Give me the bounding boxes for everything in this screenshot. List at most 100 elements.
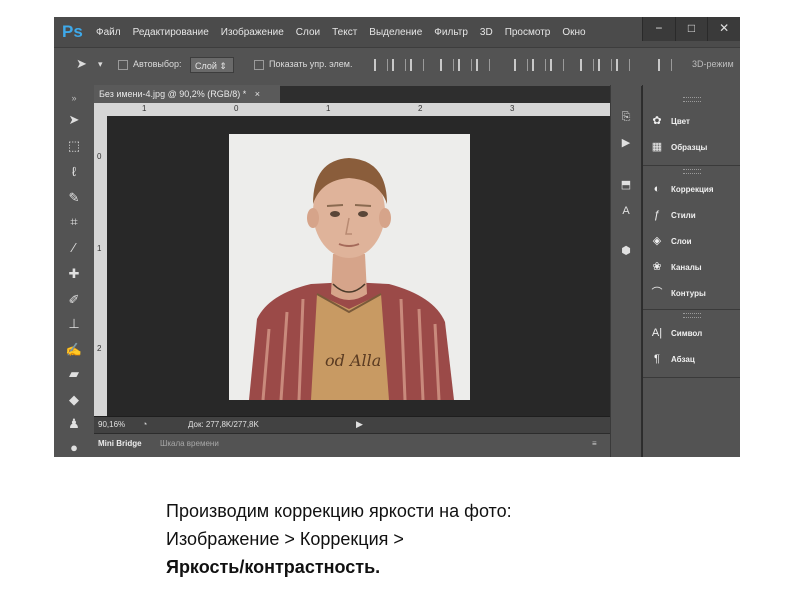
caption-line-2: Изображение > Коррекция > <box>166 529 404 549</box>
move-tool-icon[interactable]: ➤ <box>76 56 87 72</box>
move-tool-icon[interactable]: ➤ <box>65 111 83 129</box>
shirt-print-text: od Alla <box>325 351 381 370</box>
dodge-tool-icon[interactable]: ● <box>65 439 83 457</box>
eyedropper-tool-icon[interactable]: ⁄ <box>65 239 83 257</box>
panel-channels[interactable]: ❀ Каналы <box>649 257 702 277</box>
distribute-vcenter-icon[interactable] <box>532 59 546 71</box>
panel-paragraph[interactable]: ¶ Абзац <box>649 349 695 369</box>
show-transform-option[interactable]: Показать упр. элем. <box>254 59 352 70</box>
history-panel-icon[interactable]: ⎘ <box>618 109 634 125</box>
align-right-icon[interactable] <box>476 59 490 71</box>
menu-bar: Ps Файл Редактирование Изображение Слои … <box>54 17 740 47</box>
menu-filter[interactable]: Фильтр <box>434 27 468 38</box>
panel-character[interactable]: A| Символ <box>649 323 702 343</box>
minimize-button[interactable]: − <box>642 17 675 41</box>
document-tab[interactable]: Без имени-4.jpg @ 90,2% (RGB/8) * × <box>94 85 280 103</box>
align-bottom-icon[interactable] <box>410 59 424 71</box>
panel-group-grip[interactable] <box>683 97 701 102</box>
paint-bucket-tool-icon[interactable]: ◆ <box>65 391 83 409</box>
options-bar: ➤ ▾ Автовыбор: Слой ⇕ Показать упр. элем… <box>54 47 740 86</box>
panel-paths[interactable]: ⌒ Контуры <box>649 283 706 303</box>
panel-group-divider <box>643 377 740 378</box>
collapsed-panel-dock: ⎘ ▶ ⬒ A ⬢ <box>610 85 641 457</box>
3d-object-icon[interactable]: ⬢ <box>618 243 634 259</box>
portrait-photo: od Alla <box>229 134 470 400</box>
zoom-level[interactable]: 90,16% <box>98 420 125 429</box>
caption-line-3: Яркость/контрастность. <box>166 557 381 577</box>
panel-adjustments-label: Коррекция <box>671 184 714 194</box>
maximize-button[interactable]: □ <box>674 17 708 41</box>
tab-timeline[interactable]: Шкала времени <box>160 439 219 448</box>
menu-view[interactable]: Просмотр <box>505 27 551 38</box>
quick-select-tool-icon[interactable]: ✎ <box>65 189 83 207</box>
brush-tool-icon[interactable]: ✐ <box>65 291 83 309</box>
properties-panel-icon[interactable]: A <box>618 203 634 219</box>
tools-panel: » ➤ ⬚ ℓ ✎ ⌗ ⁄ ✚ ✐ ⊥ ✍ ▰ ◆ ♟ ● <box>54 85 95 457</box>
show-transform-label: Показать упр. элем. <box>269 59 353 69</box>
panel-paths-label: Контуры <box>671 288 706 298</box>
panel-dock: ✿ Цвет ▦ Образцы ◐ Коррекция ƒ Стили ◈ С… <box>642 85 740 457</box>
paths-icon: ⌒ <box>651 287 663 299</box>
tool-preset-dropdown-icon[interactable]: ▾ <box>98 59 103 70</box>
panel-color-label: Цвет <box>671 116 690 126</box>
autoselect-target-value: Слой <box>195 61 217 71</box>
actions-panel-icon[interactable]: ▶ <box>618 135 634 151</box>
crop-tool-icon[interactable]: ⌗ <box>65 213 83 231</box>
menu-window[interactable]: Окно <box>562 27 585 38</box>
panel-channels-label: Каналы <box>671 262 702 272</box>
distribute-hcenter-icon[interactable] <box>598 59 612 71</box>
panel-character-label: Символ <box>671 328 703 338</box>
autoselect-checkbox[interactable] <box>118 59 128 70</box>
lasso-tool-icon[interactable]: ℓ <box>65 163 83 181</box>
show-transform-checkbox[interactable] <box>254 59 264 70</box>
align-left-icon[interactable] <box>440 59 454 71</box>
menu-layers[interactable]: Слои <box>296 27 320 38</box>
eraser-tool-icon[interactable]: ▰ <box>65 365 83 383</box>
healing-brush-tool-icon[interactable]: ✚ <box>65 265 83 283</box>
panel-layers[interactable]: ◈ Слои <box>649 231 692 251</box>
menu-image[interactable]: Изображение <box>221 27 284 38</box>
character-icon: A| <box>651 327 663 339</box>
autoselect-option[interactable]: Автовыбор: <box>118 59 182 70</box>
distribute-left-icon[interactable] <box>580 59 594 71</box>
menu-file[interactable]: Файл <box>96 27 121 38</box>
panel-paragraph-label: Абзац <box>671 354 695 364</box>
auto-align-icon[interactable] <box>658 59 672 71</box>
close-button[interactable]: ✕ <box>707 17 740 41</box>
panel-adjustments[interactable]: ◐ Коррекция <box>649 179 714 199</box>
status-info-icon[interactable]: ◔ <box>142 419 147 429</box>
document-canvas[interactable]: od Alla <box>107 116 610 416</box>
instruction-caption: Производим коррекцию яркости на фото: Из… <box>166 497 726 581</box>
panel-group-grip[interactable] <box>683 169 701 174</box>
menu-select[interactable]: Выделение <box>369 27 422 38</box>
blur-tool-icon[interactable]: ♟ <box>65 415 83 433</box>
menu-edit[interactable]: Редактирование <box>133 27 209 38</box>
panel-menu-icon[interactable]: ≡ <box>592 439 597 448</box>
panel-group-divider <box>643 309 740 310</box>
clone-stamp-tool-icon[interactable]: ⊥ <box>65 315 83 333</box>
distribute-top-icon[interactable] <box>514 59 528 71</box>
panel-group-grip[interactable] <box>683 313 701 318</box>
adjustments-icon: ◐ <box>653 183 661 195</box>
autoselect-target-select[interactable]: Слой ⇕ <box>190 57 234 73</box>
align-hcenter-icon[interactable] <box>458 59 472 71</box>
history-brush-tool-icon[interactable]: ✍ <box>65 341 83 359</box>
tab-mini-bridge[interactable]: Mini Bridge <box>98 439 142 448</box>
align-top-icon[interactable] <box>374 59 388 71</box>
document-tab-close-button[interactable]: × <box>255 89 260 99</box>
panel-swatches[interactable]: ▦ Образцы <box>649 137 708 157</box>
distribute-bottom-icon[interactable] <box>550 59 564 71</box>
menu-type[interactable]: Текст <box>332 27 357 38</box>
align-vcenter-icon[interactable] <box>392 59 406 71</box>
horizontal-ruler: 1 0 1 2 3 <box>94 103 610 116</box>
panel-layers-label: Слои <box>671 236 692 246</box>
marquee-tool-icon[interactable]: ⬚ <box>65 137 83 155</box>
menu-3d[interactable]: 3D <box>480 27 493 38</box>
ruler-label: 2 <box>97 344 102 353</box>
3d-panel-icon[interactable]: ⬒ <box>618 177 634 193</box>
panel-collapse-icon[interactable]: » <box>65 89 83 107</box>
status-menu-arrow-icon[interactable]: ▶ <box>356 419 363 430</box>
panel-color[interactable]: ✿ Цвет <box>649 111 690 131</box>
panel-styles[interactable]: ƒ Стили <box>649 205 696 225</box>
distribute-right-icon[interactable] <box>616 59 630 71</box>
